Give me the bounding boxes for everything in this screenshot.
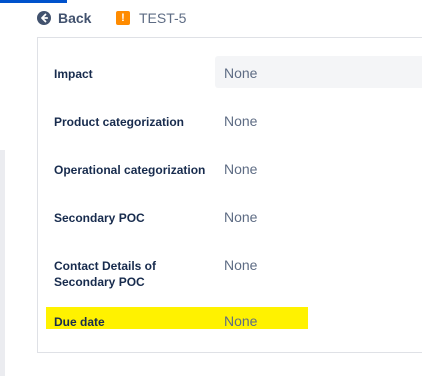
issue-key: TEST-5 [139, 10, 187, 26]
field-label-contact-details-line2: Secondary POC [54, 275, 145, 289]
issue-header: Back ! TEST-5 [0, 0, 422, 36]
field-value-contact-details[interactable]: None [224, 257, 257, 273]
back-label: Back [58, 10, 92, 26]
field-label-operational-categorization: Operational categorization [54, 163, 206, 177]
arrow-left-circle-icon [37, 11, 51, 25]
field-value-product-categorization[interactable]: None [224, 113, 257, 129]
field-label-due-date: Due date [54, 315, 105, 329]
left-sidebar-edge [0, 150, 5, 376]
issue-key-link[interactable]: ! TEST-5 [116, 9, 186, 27]
field-label-contact-details-line1: Contact Details of [54, 259, 157, 273]
field-value-due-date[interactable]: None [224, 313, 257, 329]
field-label-impact: Impact [54, 67, 93, 81]
field-label-product-categorization: Product categorization [54, 115, 185, 129]
field-value-impact[interactable]: None [224, 65, 257, 81]
back-button[interactable]: Back [37, 9, 91, 27]
field-label-secondary-poc: Secondary POC [54, 211, 145, 225]
exclamation-square-icon: ! [116, 11, 130, 25]
field-value-secondary-poc[interactable]: None [224, 209, 257, 225]
fields-panel: Impact None Product categorization None … [37, 37, 422, 353]
field-value-operational-categorization[interactable]: None [224, 161, 257, 177]
